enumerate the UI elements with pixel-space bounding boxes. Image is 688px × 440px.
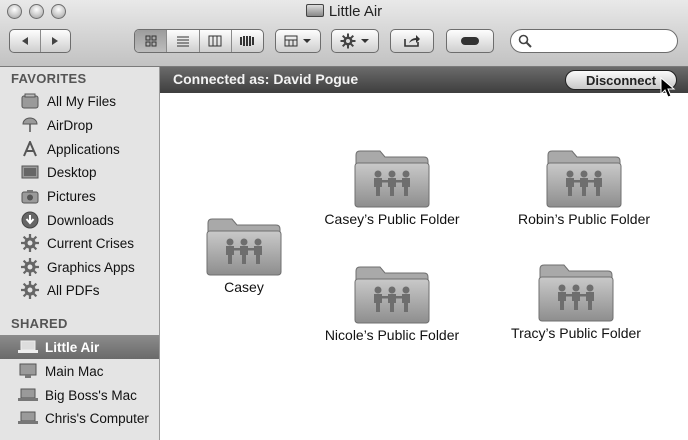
list-view-button[interactable] — [167, 30, 200, 52]
folder-item[interactable]: Tracy’s Public Folder — [486, 261, 666, 341]
search-field[interactable] — [510, 29, 678, 53]
shared-folder-icon — [206, 215, 282, 277]
sidebar-item-label: Desktop — [47, 164, 97, 180]
search-icon — [518, 34, 532, 48]
chevron-down-icon — [303, 39, 311, 43]
column-view-icon — [208, 35, 222, 47]
list-view-icon — [176, 36, 189, 47]
sidebar-item-label: All My Files — [47, 93, 117, 109]
arrange-button[interactable] — [275, 29, 321, 53]
computer-icon — [17, 362, 39, 380]
folder-name: Casey’s Public Folder — [324, 211, 460, 227]
forward-arrow-icon — [52, 37, 59, 45]
sidebar-item-desktop[interactable]: Desktop — [0, 160, 159, 184]
edit-tags-button[interactable] — [446, 29, 494, 53]
sidebar-item-label: Chris's Computer — [45, 410, 149, 426]
sidebar-item-label: Pictures — [47, 188, 96, 204]
forward-button[interactable] — [41, 30, 71, 52]
window-title: Little Air — [0, 3, 688, 20]
column-view-button[interactable] — [200, 30, 232, 52]
icon-view-button[interactable] — [135, 30, 168, 52]
sidebar-item-label: AirDrop — [47, 117, 93, 133]
gear-icon — [19, 234, 41, 252]
sidebar-item-label: Little Air — [45, 339, 100, 355]
laptop-icon — [17, 386, 39, 404]
shared-folder-icon — [538, 261, 614, 323]
toolbar: Little Air — [0, 0, 688, 67]
sidebar-item-label: Applications — [47, 141, 120, 157]
laptop-icon — [17, 409, 39, 427]
sidebar-item-downloads[interactable]: Downloads — [0, 208, 159, 232]
sidebar-item-label: All PDFs — [47, 282, 100, 298]
airdrop-icon — [19, 116, 41, 134]
folder-item[interactable]: Robin’s Public Folder — [494, 147, 674, 227]
folder-name: Nicole’s Public Folder — [324, 327, 460, 343]
sidebar-section-shared: SHARED — [11, 316, 68, 331]
sidebar-item-label: Current Crises — [47, 235, 135, 251]
pill-icon — [461, 37, 479, 45]
sidebar-item-current-crises[interactable]: Current Crises — [0, 231, 159, 255]
sidebar-item-label: Big Boss's Mac — [45, 387, 137, 403]
search-input[interactable] — [535, 32, 671, 50]
sidebar-item-chris-computer[interactable]: Chris's Computer — [0, 406, 159, 430]
shared-folder-icon — [546, 147, 622, 209]
folder-name: Robin’s Public Folder — [517, 211, 651, 227]
shared-folder-icon — [354, 147, 430, 209]
gear-icon — [19, 258, 41, 276]
connection-status: Connected as: David Pogue — [173, 71, 359, 87]
sidebar-item-applications[interactable]: Applications — [0, 137, 159, 161]
back-forward-control — [9, 29, 71, 53]
sidebar-item-airdrop[interactable]: AirDrop — [0, 113, 159, 137]
back-button[interactable] — [10, 30, 41, 52]
share-icon — [404, 35, 420, 47]
sidebar-item-label: Graphics Apps — [47, 259, 135, 275]
sidebar-item-label: Downloads — [47, 212, 114, 228]
sidebar-item-all-my-files[interactable]: All My Files — [0, 89, 159, 113]
all-files-icon — [19, 92, 41, 110]
folder-name: Tracy’s Public Folder — [511, 325, 641, 341]
window-title-text: Little Air — [328, 3, 383, 20]
sidebar-item-big-boss-mac[interactable]: Big Boss's Mac — [0, 383, 159, 407]
sidebar-item-pictures[interactable]: Pictures — [0, 184, 159, 208]
desktop-icon — [19, 163, 41, 181]
laptop-icon — [17, 338, 39, 356]
gear-icon — [19, 281, 41, 299]
back-arrow-icon — [21, 37, 28, 45]
view-mode-control — [134, 29, 264, 53]
sidebar-item-all-pdfs[interactable]: All PDFs — [0, 278, 159, 302]
sidebar-item-little-air[interactable]: Little Air — [0, 335, 159, 359]
icon-view-icon — [145, 35, 157, 47]
sidebar-item-label: Main Mac — [45, 363, 104, 379]
downloads-icon — [19, 211, 41, 229]
applications-icon — [19, 140, 41, 158]
drive-icon — [305, 4, 324, 17]
finder-window: Little Air FAVORITES All My Files AirDro… — [0, 0, 688, 440]
shared-folder-icon — [354, 263, 430, 325]
mouse-cursor-icon — [660, 77, 676, 98]
folder-item[interactable]: Nicole’s Public Folder — [302, 263, 482, 343]
camera-icon — [19, 187, 41, 205]
arrange-icon — [284, 35, 298, 47]
sidebar: FAVORITES All My Files AirDrop Applicati… — [0, 67, 160, 440]
coverflow-view-icon — [240, 36, 255, 46]
folder-item[interactable]: Casey’s Public Folder — [302, 147, 482, 227]
action-button[interactable] — [331, 29, 379, 53]
gear-icon — [340, 33, 356, 49]
sidebar-section-favorites: FAVORITES — [11, 71, 87, 86]
folder-content-area: Connected as: David Pogue Disconnect Cas… — [160, 67, 688, 440]
share-button[interactable] — [390, 29, 434, 53]
chevron-down-icon — [361, 39, 369, 43]
coverflow-view-button[interactable] — [232, 30, 263, 52]
sidebar-item-main-mac[interactable]: Main Mac — [0, 359, 159, 383]
connection-bar: Connected as: David Pogue Disconnect — [160, 67, 688, 98]
sidebar-item-graphics-apps[interactable]: Graphics Apps — [0, 255, 159, 279]
